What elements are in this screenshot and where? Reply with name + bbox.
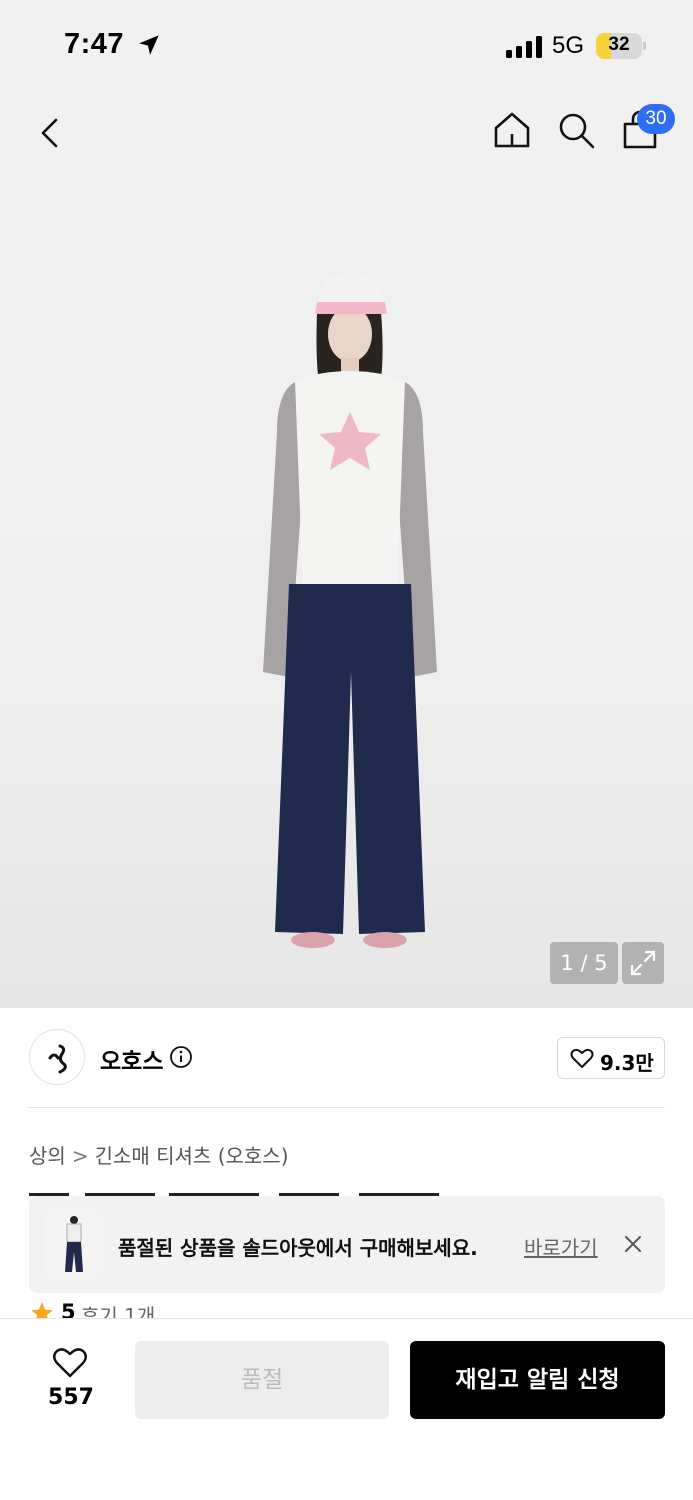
- product-image-carousel[interactable]: 30 1 / 5: [0, 92, 693, 1008]
- status-time: 7:47: [64, 28, 125, 60]
- bottom-action-bar: 557 품절 재입고 알림 신청: [0, 1318, 693, 1500]
- home-icon[interactable]: [490, 108, 534, 152]
- product-photo: [263, 272, 437, 948]
- image-page-indicator: 1 / 5: [550, 942, 618, 984]
- review-count: 후기 1개: [81, 1304, 156, 1318]
- brand-logo[interactable]: [29, 1029, 85, 1085]
- restock-alert-button[interactable]: 재입고 알림 신청: [410, 1341, 665, 1419]
- brand-row: 오호스 9.3만: [0, 1008, 693, 1108]
- soldout-toast-banner: 품절된 상품을 솔드아웃에서 구매해보세요. 바로가기: [29, 1196, 665, 1293]
- cart-count-badge: 30: [637, 104, 675, 134]
- toast-product-thumbnail: [46, 1210, 103, 1278]
- toast-shortcut-link[interactable]: 바로가기: [524, 1232, 598, 1261]
- battery-icon: 32: [596, 33, 646, 59]
- back-arrow-icon[interactable]: [30, 112, 72, 154]
- product-like-count: 557: [48, 1385, 94, 1410]
- status-bar: 7:47 5G 32: [0, 0, 693, 92]
- toast-message: 품절된 상품을 솔드아웃에서 구매해보세요.: [118, 1236, 478, 1260]
- breadcrumb-separator: >: [71, 1144, 89, 1168]
- network-type: 5G: [552, 32, 585, 59]
- divider: [29, 1107, 665, 1108]
- product-title-obscured: [29, 1186, 529, 1196]
- product-like-button[interactable]: 557: [40, 1343, 102, 1417]
- battery-percent: 32: [608, 34, 630, 55]
- info-icon[interactable]: [169, 1045, 193, 1069]
- star-icon: [31, 1302, 53, 1318]
- breadcrumb-item-category[interactable]: 상의: [29, 1140, 66, 1169]
- close-icon[interactable]: [621, 1232, 645, 1256]
- brand-logo-icon: [48, 1044, 67, 1074]
- rating-row[interactable]: 5 후기 1개: [29, 1300, 329, 1318]
- location-arrow-icon: [139, 35, 159, 55]
- cellular-signal-icon: [506, 36, 542, 58]
- heart-icon: [570, 1048, 594, 1068]
- heart-icon: [53, 1348, 87, 1378]
- search-icon[interactable]: [554, 108, 598, 152]
- brand-name[interactable]: 오호스: [100, 1042, 163, 1076]
- breadcrumb: 상의 > 긴소매 티셔츠 (오호스): [29, 1140, 289, 1169]
- rating-score: 5: [61, 1300, 76, 1318]
- brand-like-count: 9.3만: [600, 1051, 654, 1075]
- breadcrumb-item-subcategory[interactable]: 긴소매 티셔츠 (오호스): [95, 1140, 289, 1169]
- brand-like-button[interactable]: 9.3만: [557, 1037, 665, 1079]
- soldout-button: 품절: [135, 1341, 389, 1419]
- expand-icon[interactable]: [622, 942, 664, 984]
